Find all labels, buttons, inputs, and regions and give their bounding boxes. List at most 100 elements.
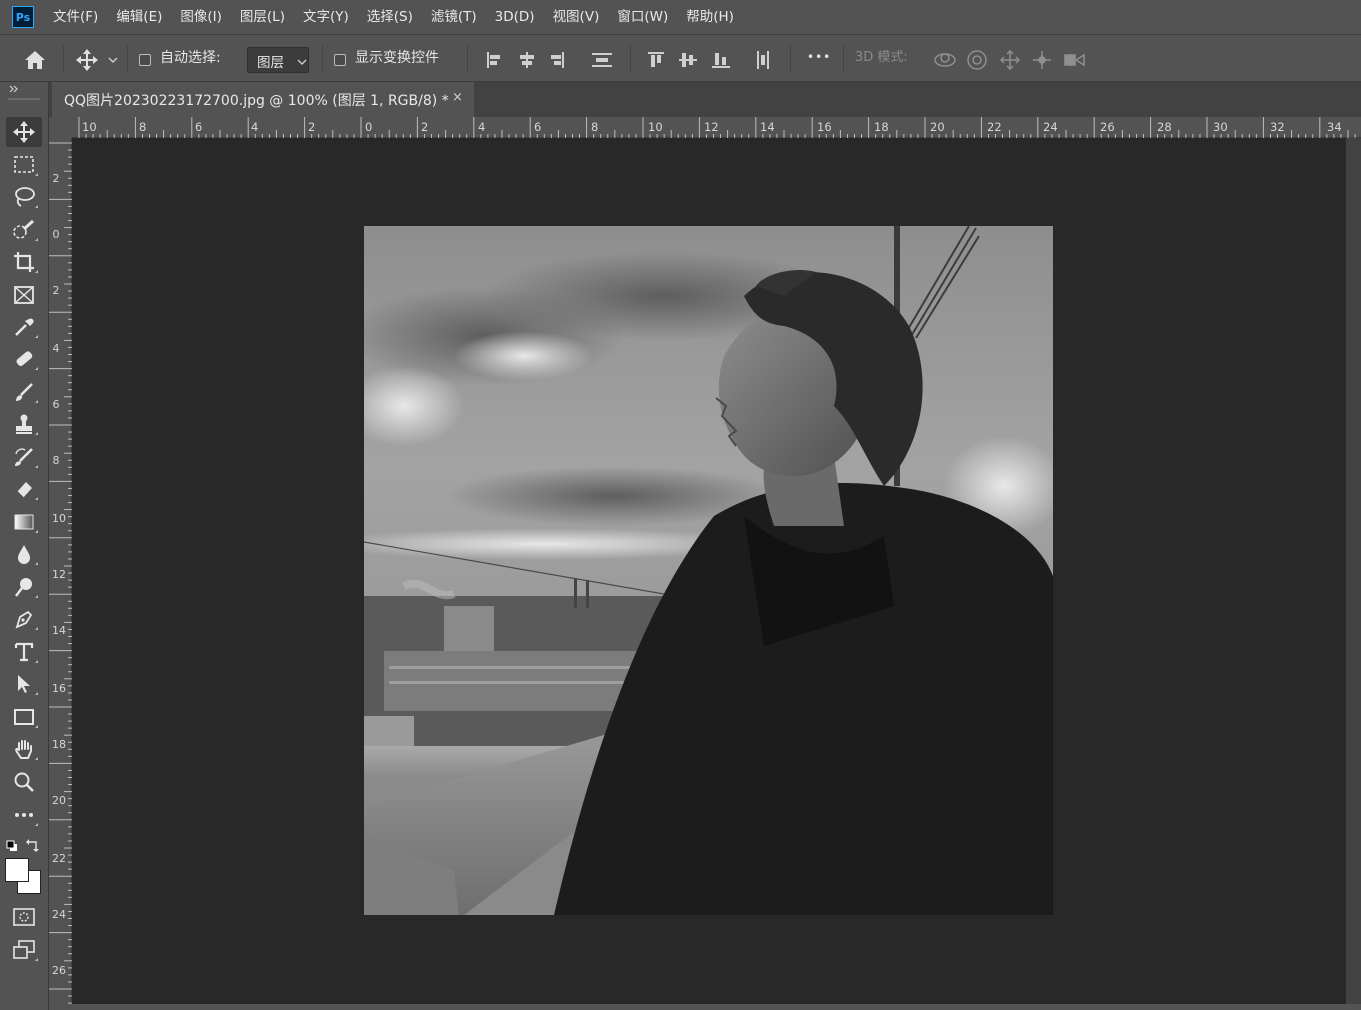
menu-view[interactable]: 视图(V) [544,0,609,34]
dodge-tool[interactable] [6,572,42,602]
crop-tool[interactable] [6,247,42,277]
orbit-3d-icon[interactable] [934,53,956,67]
ruler-label: 14 [52,624,66,637]
ruler-label: 8 [52,454,60,467]
options-bar: 自动选择: 图层 显示变换控件 ••• 3D 模式: [0,34,1361,82]
ruler-label: 4 [52,342,60,355]
lasso-tool-icon [15,187,35,207]
ruler-label: 10 [648,120,663,134]
ruler-origin[interactable] [49,117,72,138]
healing-brush-tool[interactable] [6,344,42,374]
align-top-edges-icon[interactable] [648,52,664,67]
vertical-ruler[interactable]: 2 0 2 4 6 8 10 12 14 16 18 20 22 24 26 [49,138,72,1010]
hand-tool[interactable] [6,734,42,764]
quick-mask-icon [13,908,35,926]
home-icon[interactable] [24,50,46,70]
screen-mode-icon [13,940,35,959]
healing-brush-icon [16,351,33,366]
align-vertical-centers-icon[interactable] [679,53,697,67]
eraser-tool[interactable] [6,474,42,504]
screen-mode-button[interactable] [6,935,42,965]
more-options-button[interactable]: ••• [807,47,831,67]
default-colors-icon[interactable] [6,840,17,851]
distribute-horizontal-icon[interactable] [757,51,769,69]
slide-3d-icon[interactable] [1033,51,1051,69]
type-tool-icon [14,642,34,662]
ruler-label: 6 [534,120,542,134]
rectangle-tool[interactable] [6,702,42,732]
menu-file[interactable]: 文件(F) [44,0,107,34]
chevron-down-icon[interactable] [108,57,118,64]
move-tool[interactable] [6,117,42,147]
eyedropper-tool[interactable] [6,312,42,342]
lasso-tool[interactable] [6,182,42,212]
history-brush-tool[interactable] [6,442,42,472]
ruler-label: 16 [817,120,832,134]
menu-image[interactable]: 图像(I) [171,0,231,34]
vertical-scrollbar[interactable] [1346,138,1361,1004]
show-transform-checkbox[interactable] [334,54,346,66]
distribute-vertical-icon[interactable] [592,53,612,67]
swap-colors-icon[interactable] [26,839,39,852]
more-tools-icon [15,813,33,817]
move-tool-options-icon[interactable] [76,49,98,71]
ruler-label: 6 [195,120,203,134]
ruler-label: 0 [52,228,60,241]
menu-filter[interactable]: 滤镜(T) [422,0,486,34]
quick-mask-button[interactable] [6,902,42,932]
crop-tool-icon [14,252,34,272]
ruler-label: 8 [591,120,599,134]
align-icons-group [487,52,612,68]
ruler-label: 24 [52,908,66,921]
eyedropper-tool-icon [15,318,34,336]
zoom-tool[interactable] [6,767,42,797]
quick-select-tool[interactable] [6,215,42,245]
scale-3d-icon[interactable] [1064,53,1085,67]
menu-edit[interactable]: 编辑(E) [107,0,171,34]
menu-layer[interactable]: 图层(L) [231,0,294,34]
frame-tool[interactable] [6,280,42,310]
horizontal-ruler[interactable]: 10 8 6 4 2 0 2 4 6 8 10 12 14 16 18 20 2… [72,117,1361,138]
auto-select-target-dropdown[interactable]: 图层 [247,47,309,73]
ruler-label: 14 [760,120,775,134]
menu-type[interactable]: 文字(Y) [294,0,358,34]
menu-help[interactable]: 帮助(H) [677,0,743,34]
pan-3d-icon[interactable] [999,49,1021,71]
photoshop-logo[interactable]: Ps [12,6,34,28]
document-image[interactable] [364,226,1053,915]
menu-select[interactable]: 选择(S) [358,0,422,34]
clone-stamp-icon [16,414,32,434]
marquee-tool[interactable] [6,150,42,180]
ruler-label: 8 [139,120,147,134]
foreground-color-swatch[interactable] [5,858,29,882]
ruler-label: 10 [52,512,66,525]
document-tab[interactable]: QQ图片20230223172700.jpg @ 100% (图层 1, RGB… [52,82,474,117]
3d-mode-icons-group [934,49,1085,71]
document-tab-title: QQ图片20230223172700.jpg @ 100% (图层 1, RGB… [64,93,449,109]
close-tab-icon[interactable]: × [452,90,463,105]
gradient-tool[interactable] [6,507,42,537]
auto-select-checkbox[interactable] [139,54,151,66]
panel-collapse-icon[interactable] [9,85,19,93]
path-selection-tool[interactable] [6,669,42,699]
align-horizontal-centers-icon[interactable] [520,52,534,68]
ruler-label: 10 [82,120,97,134]
auto-select-label: 自动选择: [160,50,221,66]
align-right-edges-icon[interactable] [551,52,564,68]
ruler-label: 20 [52,794,66,807]
blur-tool[interactable] [6,539,42,569]
brush-tool[interactable] [6,377,42,407]
ruler-label: 24 [1043,120,1058,134]
pen-tool[interactable] [6,604,42,634]
type-tool[interactable] [6,637,42,667]
roll-3d-icon[interactable] [967,50,987,70]
align-left-edges-icon[interactable] [487,52,500,68]
clone-stamp-tool[interactable] [6,409,42,439]
menu-window[interactable]: 窗口(W) [608,0,677,34]
menu-3d[interactable]: 3D(D) [486,0,544,34]
edit-toolbar-button[interactable] [6,800,42,830]
marquee-tool-icon [14,156,34,173]
gradient-tool-icon [14,514,34,530]
ruler-label: 6 [52,398,60,411]
align-bottom-edges-icon[interactable] [712,53,730,68]
